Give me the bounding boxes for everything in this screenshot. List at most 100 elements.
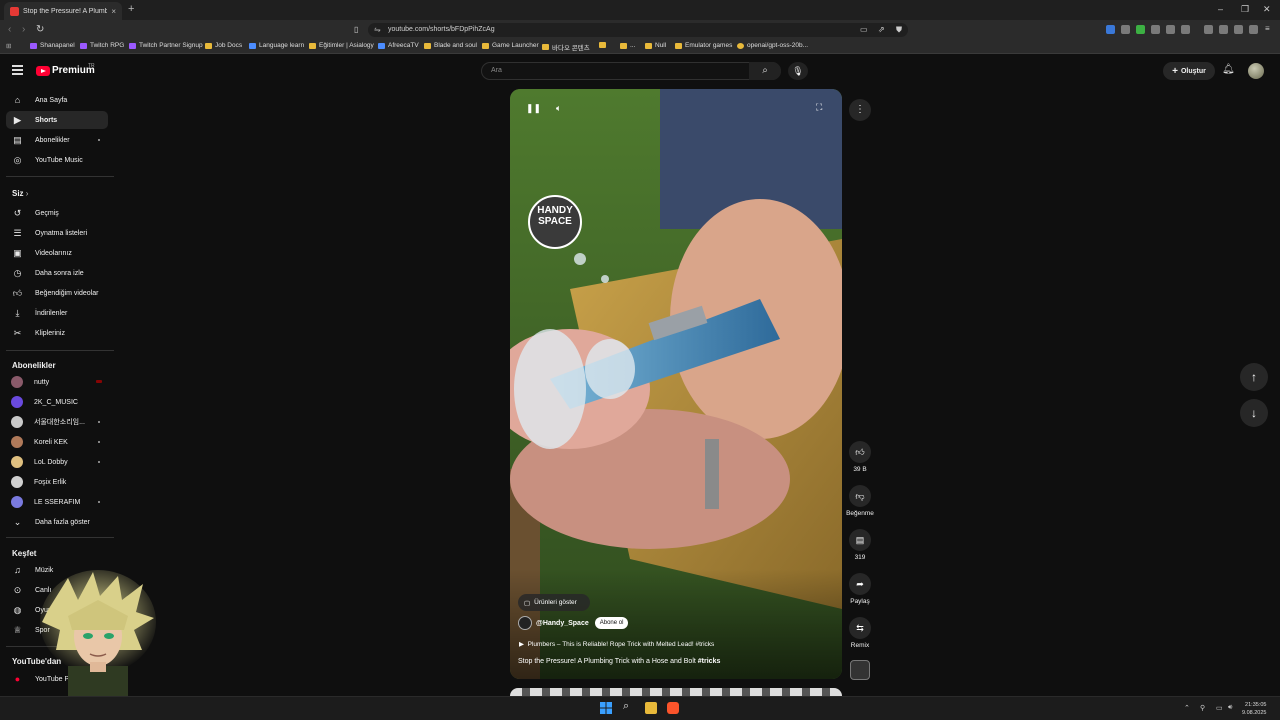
sidebar-item-youtube-music[interactable]: ◎ YouTube Music — [6, 151, 108, 169]
sidebar-item-downloads[interactable]: ⤓ İndirilenler — [6, 304, 108, 322]
channel-handle[interactable]: @Handy_Space — [536, 620, 589, 627]
sidebar-channel-item[interactable]: LoL Dobby — [6, 453, 108, 471]
sidebar-item-shorts[interactable]: ▶ Shorts — [6, 111, 108, 129]
bookmark-item[interactable]: Shanapanel — [30, 42, 75, 49]
url-text: youtube.com/shorts/bFDpPihZcAg — [388, 26, 495, 33]
bookmark-item[interactable]: Eğitimler | Asialogy — [309, 42, 374, 49]
sidebar-item-home[interactable]: ⌂ Ana Sayfa — [6, 91, 108, 109]
fullscreen-icon[interactable]: ⛶ — [816, 102, 822, 113]
extension-green-icon[interactable] — [1136, 25, 1145, 34]
sidebar-item-liked-videos[interactable]: 👍︎ Beğendiğim videolar — [6, 284, 108, 302]
windows-start-icon[interactable] — [600, 702, 612, 714]
extension-icon[interactable] — [1181, 25, 1190, 34]
share-button[interactable]: ➦ Paylaş — [848, 573, 872, 605]
sidebar-item-history[interactable]: ↺ Geçmiş — [6, 204, 108, 222]
sidebar-channel-item[interactable]: 2K_C_MUSIC — [6, 393, 108, 411]
related-video-link[interactable]: ▶ Plumbers – This is Reliable! Rope Tric… — [519, 640, 714, 648]
extension-icon[interactable] — [1121, 25, 1130, 34]
bookmark-item[interactable]: AfreecaTV — [378, 42, 419, 49]
channel-thumbnail[interactable] — [850, 660, 870, 680]
extension-icon[interactable] — [1151, 25, 1160, 34]
translate-extension-icon[interactable] — [1106, 25, 1115, 34]
file-explorer-icon[interactable] — [645, 702, 657, 714]
dislike-button[interactable]: 👎︎ Beğenme — [846, 485, 874, 517]
sidebar-item-watch-later[interactable]: ◷ Daha sonra izle — [6, 264, 108, 282]
sidebar-channel-item[interactable]: LE SSERAFIM — [6, 493, 108, 511]
youtube-logo-icon[interactable] — [36, 66, 50, 76]
browser-tab[interactable]: Stop the Pressure! A Plumbin × — [4, 2, 122, 20]
sidebar-item-subscriptions[interactable]: ▤ Abonelikler — [6, 131, 108, 149]
reload-icon[interactable]: ↻ — [36, 24, 44, 35]
next-short-arrow-down-icon[interactable]: ↓ — [1240, 399, 1268, 427]
sidebar-channel-item[interactable]: 서울대한소리임... — [6, 413, 108, 431]
search-icon[interactable]: ⌕ — [749, 62, 781, 80]
bookmark-folder[interactable]: Game Launcher — [482, 42, 539, 49]
restore-icon[interactable]: ❐ — [1241, 4, 1249, 15]
show-products-button[interactable]: ▢ Ürünleri göster — [518, 594, 590, 611]
apps-grid-icon[interactable]: ⊞ — [6, 42, 11, 50]
mic-icon[interactable]: 🎙 — [788, 62, 808, 80]
bookmark-folder[interactable]: 바다오 콘텐츠 — [542, 42, 590, 52]
like-button[interactable]: 👍︎ 39 B — [848, 441, 872, 473]
menu-icon[interactable]: ≡ — [1265, 24, 1270, 33]
bookmark-item[interactable]: openai/gpt-oss-20b... — [737, 42, 808, 49]
next-short-preview[interactable] — [510, 688, 842, 696]
bookmark-item[interactable]: Language learn — [249, 42, 304, 49]
comments-button[interactable]: ▤ 319 — [848, 529, 872, 561]
minimize-icon[interactable]: – — [1218, 4, 1223, 14]
pause-icon[interactable]: ❚❚ — [526, 103, 541, 114]
notifications-bell-icon[interactable]: 🔔︎ — [1222, 64, 1235, 75]
bookmark-folder[interactable] — [599, 42, 609, 48]
search-icon[interactable]: ⌕ — [623, 700, 635, 712]
bookmark-folder[interactable]: Blade and soul — [424, 42, 477, 49]
share-page-icon[interactable]: ⇗ — [878, 25, 885, 34]
cast-icon[interactable]: ▭ — [860, 25, 868, 34]
new-tab-button[interactable]: + — [128, 3, 134, 15]
back-icon[interactable]: ‹ — [8, 24, 11, 35]
site-info-icon[interactable]: ⇋ — [374, 25, 381, 34]
volume-tray-icon[interactable]: 🔊︎ — [1228, 704, 1232, 712]
bookmark-folder[interactable]: ... — [620, 42, 635, 49]
bookmark-item[interactable]: Twitch RPG — [80, 42, 124, 49]
bookmark-folder[interactable]: Emulator games — [675, 42, 732, 49]
sidebar-item-clips[interactable]: ✂ Klipleriniz — [6, 324, 108, 342]
network-icon[interactable]: ▭ — [1216, 704, 1223, 712]
sidebar-item-your-videos[interactable]: ▣ Videolarınız — [6, 244, 108, 262]
previous-short-arrow-up-icon[interactable]: ↑ — [1240, 363, 1268, 391]
address-bar[interactable]: ⇋ youtube.com/shorts/bFDpPihZcAg — [368, 23, 908, 37]
create-button[interactable]: + Oluştur — [1163, 62, 1215, 80]
sidebar-item-playlists[interactable]: ☰ Oynatma listeleri — [6, 224, 108, 242]
extension-icon[interactable] — [1166, 25, 1175, 34]
shorts-video-player[interactable]: HANDY SPACE ❚❚ 🔈︎ ⛶ — [510, 89, 842, 679]
mic-tray-icon[interactable]: ⚲ — [1200, 704, 1205, 712]
sidebar-channel-item[interactable]: nutty — [6, 373, 108, 391]
volume-icon[interactable]: 🔈︎ — [556, 103, 561, 114]
hashtag-link[interactable]: #tricks — [698, 658, 721, 665]
tab-close-icon[interactable]: × — [111, 7, 116, 16]
shield-icon[interactable]: ⛊ — [896, 25, 902, 35]
guide-menu-icon[interactable] — [12, 65, 23, 75]
section-title-you[interactable]: Siz › — [12, 189, 28, 198]
close-window-icon[interactable]: ✕ — [1263, 4, 1271, 15]
bookmark-folder[interactable]: Null — [645, 42, 666, 49]
account-avatar[interactable] — [1248, 63, 1264, 79]
sidebar-icon[interactable] — [1219, 25, 1228, 34]
subscribe-button[interactable]: Abone ol — [594, 617, 629, 629]
clock[interactable]: 21:35:05 9.08.2025 — [1242, 701, 1266, 717]
wallet-icon[interactable] — [1249, 25, 1258, 34]
channel-avatar[interactable] — [518, 616, 532, 630]
bookmark-folder[interactable]: Job Docs — [205, 42, 242, 49]
media-icon[interactable] — [1204, 25, 1213, 34]
sidebar-channel-item[interactable]: Koreli KEK — [6, 433, 108, 451]
sidebar-channel-item[interactable]: Foşix Erlik — [6, 473, 108, 491]
remix-button[interactable]: ⇆ Remix — [848, 617, 872, 649]
brave-browser-icon[interactable] — [667, 702, 679, 714]
bookmark-item[interactable]: Twitch Partner Signup — [129, 42, 203, 49]
tray-overflow-chevron-icon[interactable]: ⌃ — [1184, 704, 1190, 712]
show-more-button[interactable]: ⌄ Daha fazla göster — [6, 513, 108, 531]
favorites-icon[interactable] — [1234, 25, 1243, 34]
bookmark-page-icon[interactable]: ▯ — [354, 25, 358, 34]
forward-icon[interactable]: › — [22, 24, 25, 35]
more-options-icon[interactable]: ⋮ — [849, 99, 871, 121]
search-input[interactable]: Ara — [481, 62, 781, 80]
